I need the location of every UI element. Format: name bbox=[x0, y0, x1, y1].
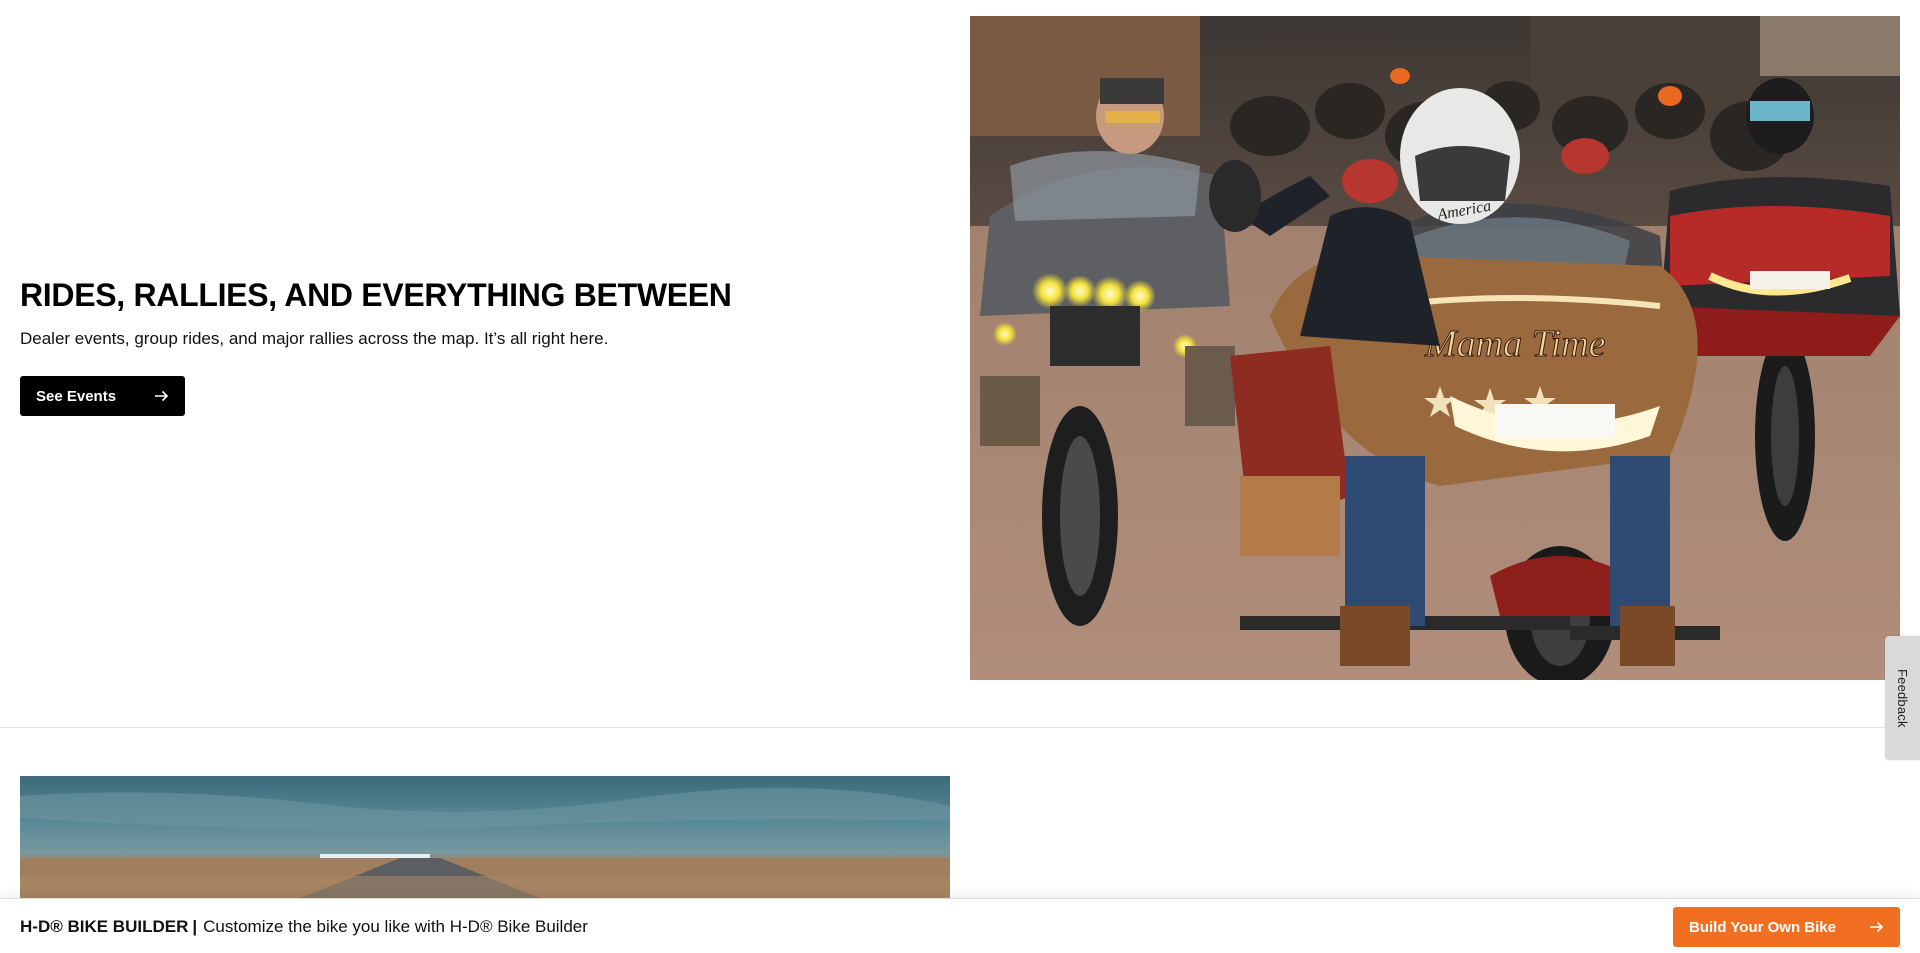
bike-builder-brand: H-D® BIKE BUILDER bbox=[20, 917, 189, 936]
motorcycle-rally-photo: Mama Time America bbox=[970, 16, 1900, 680]
events-subheading: Dealer events, group rides, and major ra… bbox=[20, 329, 609, 348]
section-divider bbox=[0, 727, 1920, 728]
bike-builder-tagline: Customize the bike you like with H-D® Bi… bbox=[203, 917, 588, 936]
race-track-photo bbox=[20, 776, 950, 898]
rally-illustration: Mama Time America bbox=[970, 16, 1900, 680]
feedback-tab[interactable]: Feedback bbox=[1885, 636, 1920, 760]
bike-graphic-text: Mama Time bbox=[1424, 323, 1606, 365]
arrow-right-icon bbox=[1870, 921, 1884, 933]
events-section: RIDES, RALLIES, AND EVERYTHING BETWEEN D… bbox=[0, 0, 1920, 727]
bike-builder-bar: H-D® BIKE BUILDER | Customize the bike you… bbox=[0, 898, 1920, 953]
events-heading: RIDES, RALLIES, AND EVERYTHING BETWEEN bbox=[20, 277, 732, 313]
bike-builder-text: H-D® BIKE BUILDER | Customize the bike you… bbox=[20, 916, 588, 938]
build-your-own-bike-label: Build Your Own Bike bbox=[1689, 918, 1836, 936]
see-events-label: See Events bbox=[36, 387, 117, 405]
events-copy: RIDES, RALLIES, AND EVERYTHING BETWEEN D… bbox=[20, 274, 920, 416]
build-your-own-bike-button[interactable]: Build Your Own Bike bbox=[1673, 907, 1900, 947]
see-events-button[interactable]: See Events bbox=[20, 376, 185, 416]
arrow-right-icon bbox=[155, 390, 169, 402]
page: RIDES, RALLIES, AND EVERYTHING BETWEEN D… bbox=[0, 0, 1920, 953]
track-illustration bbox=[20, 776, 950, 898]
feedback-label: Feedback bbox=[1895, 668, 1910, 728]
bike-builder-separator: | bbox=[192, 917, 198, 936]
